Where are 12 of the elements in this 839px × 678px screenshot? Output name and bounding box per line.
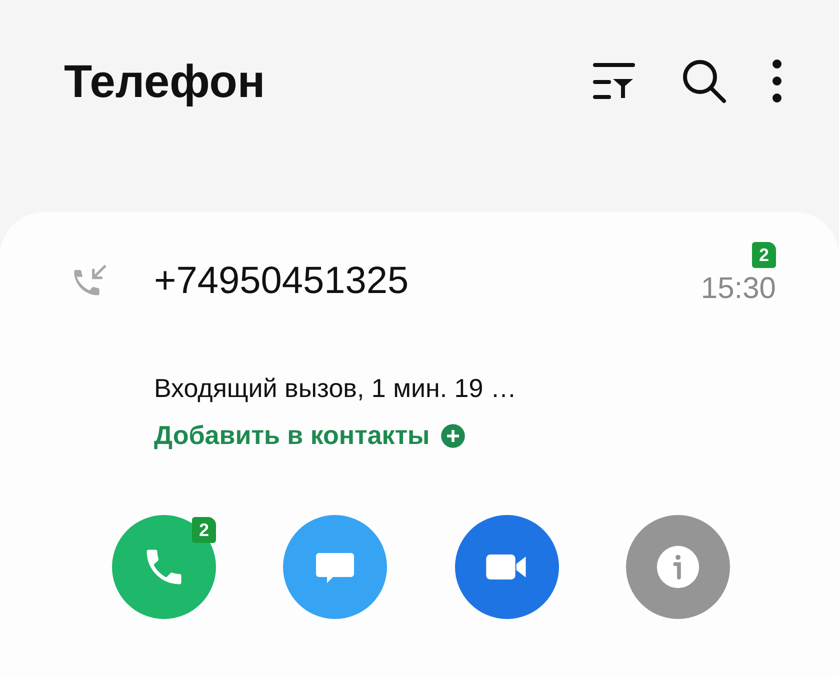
- call-button[interactable]: 2: [112, 515, 216, 619]
- phone-number: +74950451325: [154, 260, 410, 303]
- app-title: Телефон: [64, 54, 266, 108]
- add-contact-link[interactable]: Добавить в контакты: [154, 420, 466, 451]
- sim-badge: 2: [192, 517, 216, 543]
- filter-icon[interactable]: [593, 61, 637, 101]
- call-time: 15:30: [700, 272, 776, 306]
- plus-circle-icon: [440, 422, 466, 448]
- more-options-icon[interactable]: [771, 59, 783, 103]
- sim-badge: 2: [752, 242, 776, 268]
- info-icon: [654, 544, 701, 590]
- call-description: Входящий вызов, 1 мин. 19 …: [154, 373, 518, 404]
